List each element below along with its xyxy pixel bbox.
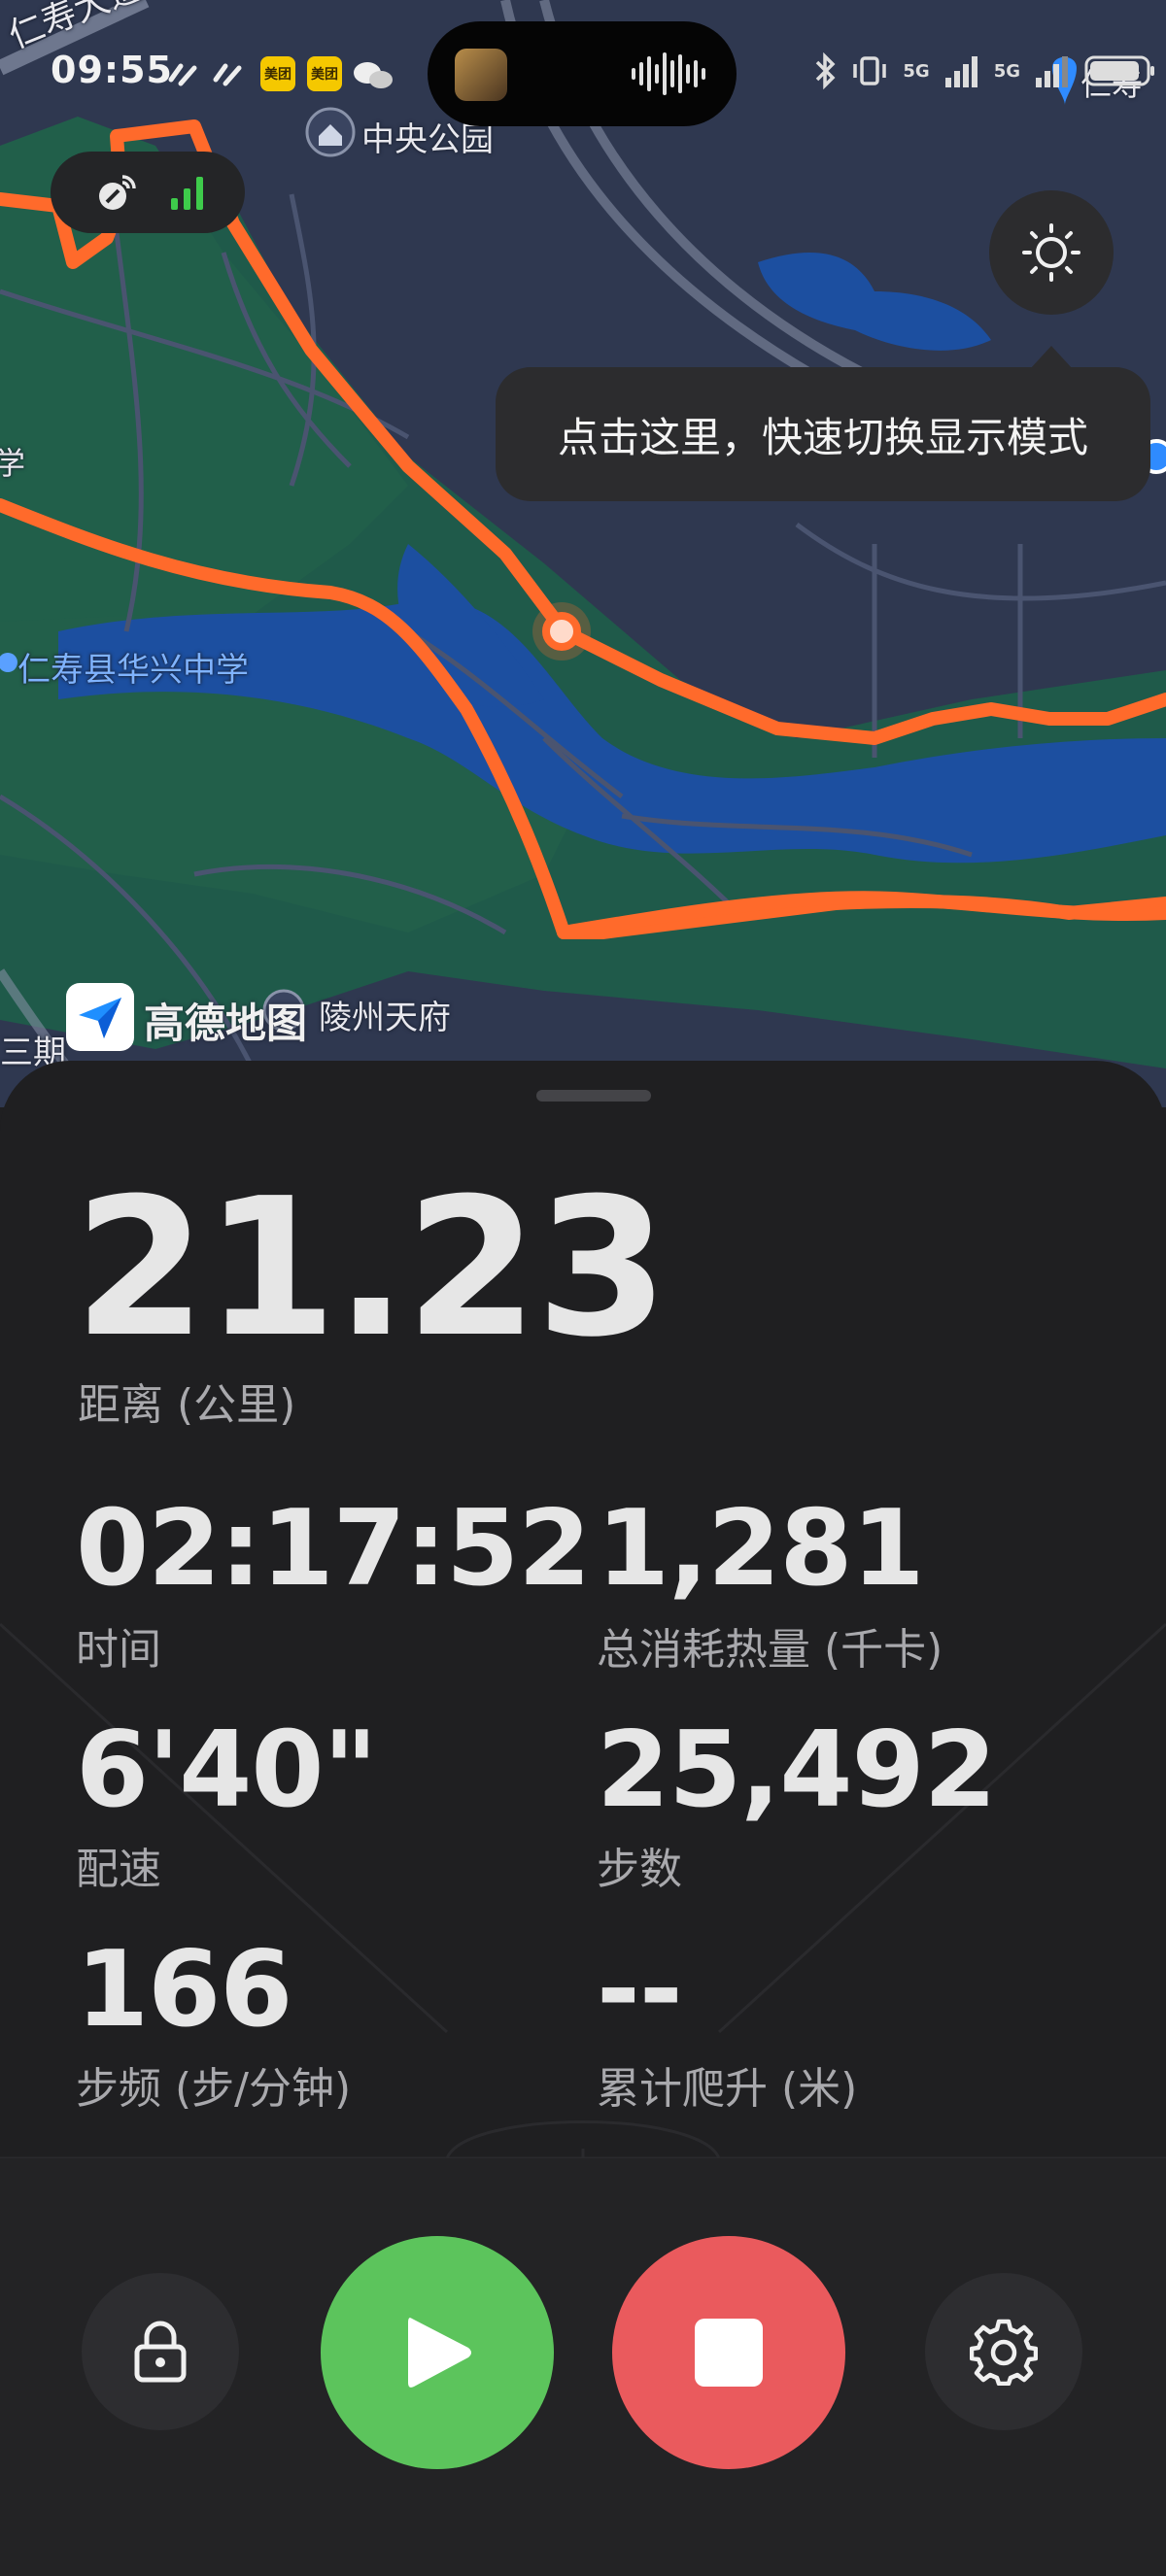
network-type-label: 5G <box>903 60 930 82</box>
duration-value: 02:17:52 <box>76 1488 591 1610</box>
network-type-label: 5G <box>993 60 1020 82</box>
display-mode-tooltip[interactable]: 点击这里，快速切换显示模式 <box>496 367 1150 501</box>
bluetooth-icon <box>816 52 836 89</box>
drag-handle[interactable] <box>536 1090 651 1102</box>
battery-icon <box>1084 55 1154 86</box>
pace-value: 6'40" <box>76 1710 378 1831</box>
pace-label: 配速 <box>76 1845 161 1894</box>
cadence-value: 166 <box>76 1929 292 2051</box>
vibrate-icon <box>853 56 887 85</box>
play-icon <box>408 2318 471 2388</box>
meituan-app-icon: 美团 <box>260 56 295 91</box>
cadence-label: 步频 (步/分钟) <box>76 2064 352 2114</box>
link-icon <box>213 63 242 86</box>
settings-button[interactable] <box>925 2273 1082 2430</box>
display-mode-button[interactable] <box>989 190 1114 315</box>
elevation-value: -- <box>597 1929 683 2051</box>
calories-value: 1,281 <box>597 1488 925 1610</box>
resume-button[interactable] <box>321 2236 554 2469</box>
workout-screen: 中央公园 仁寿县华兴中学 陵州天府 仁寿大道 仁寿 学 三期 高德地图 09:5… <box>0 0 1166 2576</box>
cellular-signal-icon <box>944 56 977 87</box>
cellular-signal-icon <box>1036 56 1068 87</box>
elevation-label: 累计爬升 (米) <box>597 2064 858 2114</box>
sun-icon <box>1022 223 1080 282</box>
duration-label: 时间 <box>76 1625 161 1675</box>
map-label-residence[interactable]: 陵州天府 <box>319 991 451 1038</box>
audio-wave-icon <box>632 52 705 95</box>
status-indicators: 5G 5G <box>813 52 1156 89</box>
gps-signal-indicator <box>51 152 245 233</box>
signal-strength-icon <box>171 177 203 210</box>
album-art <box>455 49 507 101</box>
amap-provider-label: 高德地图 <box>144 1000 308 1047</box>
dynamic-island[interactable] <box>428 21 737 126</box>
distance-value: 21.23 <box>74 1158 669 1379</box>
stop-icon <box>695 2319 763 2387</box>
link-icon <box>168 63 197 86</box>
tooltip-text: 点击这里，快速切换显示模式 <box>557 413 1088 461</box>
calories-label: 总消耗热量 (千卡) <box>597 1625 943 1675</box>
distance-label: 距离 (公里) <box>78 1380 296 1430</box>
amap-logo <box>66 983 134 1051</box>
navigation-arrow-icon <box>79 998 121 1038</box>
status-bar: 09:55 美团 美团 5G 5G <box>0 21 1166 126</box>
wechat-icon <box>354 62 393 88</box>
map-label-left-edge-top: 学 <box>0 445 26 482</box>
gear-icon <box>970 2319 1038 2386</box>
status-time: 09:55 <box>51 49 173 91</box>
lock-icon <box>134 2321 187 2383</box>
lock-button[interactable] <box>82 2273 239 2430</box>
meituan-app-icon: 美团 <box>307 56 342 91</box>
satellite-icon <box>99 175 136 210</box>
stop-button[interactable] <box>612 2236 845 2469</box>
steps-label: 步数 <box>597 1845 682 1894</box>
tooltip-arrow <box>1030 346 1073 369</box>
map-label-school[interactable]: 仁寿县华兴中学 <box>17 643 249 691</box>
steps-value: 25,492 <box>597 1710 997 1831</box>
